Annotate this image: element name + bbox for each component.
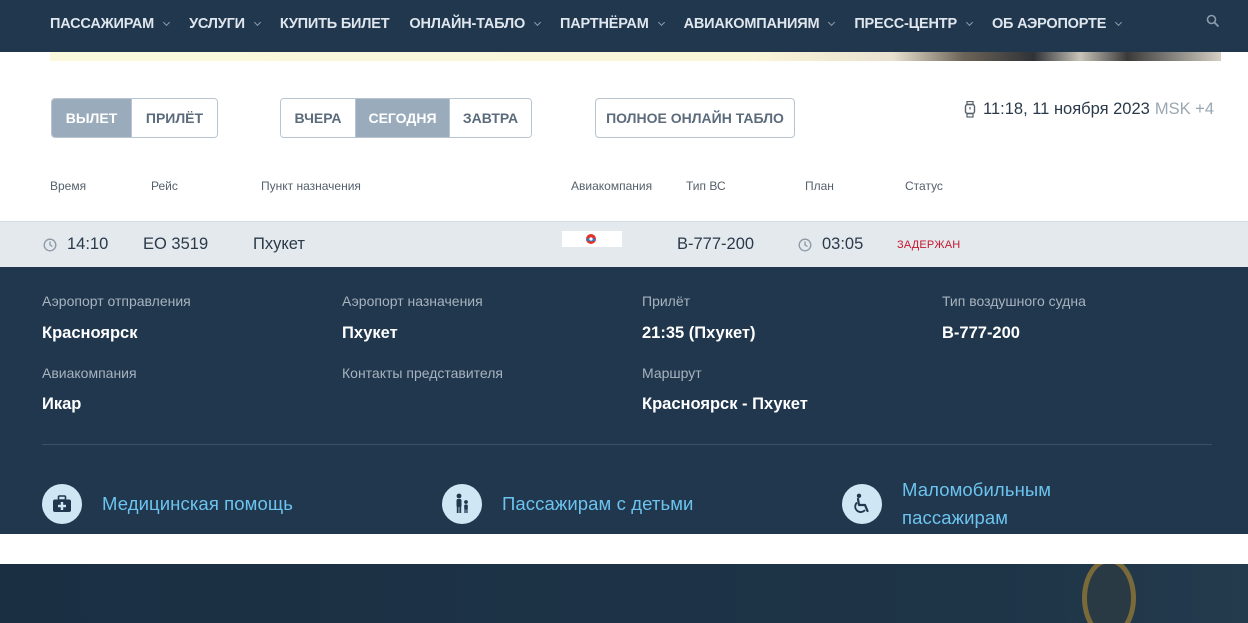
- chevron-down-icon: [533, 18, 542, 27]
- direction-toggle: ВЫЛЕТ ПРИЛЁТ: [51, 98, 218, 138]
- children-link[interactable]: [442, 484, 482, 524]
- chevron-down-icon: [657, 18, 665, 27]
- arrival-button[interactable]: ПРИЛЁТ: [131, 99, 217, 137]
- chevron-down-icon: [1115, 18, 1123, 27]
- reduced-mobility-label[interactable]: Маломобильным пассажирам: [902, 476, 1051, 532]
- airline-logo: [562, 231, 622, 247]
- wheelchair-icon: [842, 484, 882, 524]
- column-header-aircraft: Тип ВС: [686, 179, 726, 193]
- nav-item-buy-ticket[interactable]: КУПИТЬ БИЛЕТ: [280, 16, 390, 32]
- chevron-down-icon: [965, 18, 973, 27]
- column-header-plan: План: [805, 179, 834, 193]
- flight-details-panel: Аэропорт отправления Красноярск Аэропорт…: [0, 267, 1248, 534]
- main-menu: ПАССАЖИРАМ УСЛУГИ КУПИТЬ БИЛЕТ ОНЛАЙН-ТА…: [50, 0, 1141, 48]
- top-navigation: ПАССАЖИРАМ УСЛУГИ КУПИТЬ БИЛЕТ ОНЛАЙН-ТА…: [0, 0, 1248, 52]
- flight-time: 14:10: [67, 235, 109, 253]
- aircraft-type-value: B-777-200: [942, 324, 1020, 342]
- search-icon[interactable]: [1206, 14, 1220, 28]
- arrival-airport-label: Аэропорт назначения: [342, 293, 483, 309]
- contacts-label: Контакты представителя: [342, 365, 503, 381]
- nav-item-about-airport[interactable]: ОБ АЭРОПОРТЕ: [991, 16, 1123, 32]
- arrival-time-value: 21:35 (Пхукет): [642, 324, 756, 342]
- nav-item-label: АВИАКОМПАНИЯМ: [683, 16, 820, 32]
- divider: [42, 444, 1212, 445]
- departure-airport-value: Красноярск: [42, 324, 138, 342]
- day-toggle: ВЧЕРА СЕГОДНЯ ЗАВТРА: [280, 98, 532, 138]
- flight-number: EO 3519: [143, 235, 209, 253]
- yesterday-button[interactable]: ВЧЕРА: [281, 99, 355, 137]
- status-badge: ЗАДЕРЖАН: [897, 239, 961, 251]
- flight-destination: Пхукет: [253, 235, 305, 253]
- chevron-down-icon: [163, 18, 171, 27]
- route-value: Красноярск - Пхукет: [642, 395, 808, 413]
- nav-item-label: ПАССАЖИРАМ: [50, 16, 155, 32]
- nav-item-label: ПРЕСС-ЦЕНТР: [854, 16, 957, 32]
- column-header-time: Время: [50, 179, 87, 193]
- arrival-airport-value: Пхукет: [342, 324, 398, 342]
- flight-plan-time: 03:05: [822, 235, 864, 253]
- footer-banner: [0, 564, 1248, 623]
- airline-label: Авиакомпания: [42, 365, 137, 381]
- column-header-flight: Рейс: [151, 179, 178, 193]
- today-button[interactable]: СЕГОДНЯ: [355, 99, 449, 137]
- tomorrow-button[interactable]: ЗАВТРА: [449, 99, 531, 137]
- nav-item-label: УСЛУГИ: [189, 16, 245, 32]
- clock-timezone: MSK +4: [1154, 100, 1214, 118]
- nav-item-airlines[interactable]: АВИАКОМПАНИЯМ: [683, 16, 836, 32]
- reduced-mobility-link[interactable]: [842, 484, 882, 524]
- parent-child-icon: [442, 484, 482, 524]
- emblem-icon: [1082, 564, 1136, 623]
- nav-item-label: ОНЛАЙН-ТАБЛО: [409, 16, 526, 32]
- arrival-time-label: Прилёт: [642, 293, 691, 309]
- departure-airport-label: Аэропорт отправления: [42, 293, 191, 309]
- current-time: 11:18, 11 ноября 2023 MSK +4: [964, 100, 1214, 119]
- header-banner-image: [50, 52, 1221, 61]
- medical-help-label[interactable]: Медицинская помощь: [102, 490, 293, 518]
- flight-aircraft: B-777-200: [677, 235, 755, 253]
- watch-icon: [964, 101, 976, 118]
- medical-kit-icon: [42, 484, 82, 524]
- column-header-status: Статус: [905, 179, 943, 193]
- medical-help-link[interactable]: [42, 484, 82, 524]
- full-online-board-button[interactable]: ПОЛНОЕ ОНЛАЙН ТАБЛО: [595, 98, 795, 138]
- nav-item-press-center[interactable]: ПРЕСС-ЦЕНТР: [854, 16, 973, 32]
- aircraft-type-label: Тип воздушного судна: [942, 293, 1086, 309]
- clock-icon: [798, 238, 812, 252]
- route-label: Маршрут: [642, 365, 702, 381]
- nav-item-online-board[interactable]: ОНЛАЙН-ТАБЛО: [409, 16, 542, 32]
- chevron-down-icon: [253, 18, 261, 27]
- nav-item-label: КУПИТЬ БИЛЕТ: [279, 16, 390, 32]
- airline-logo-mark: [586, 234, 596, 244]
- clock-time: 11:18, 11 ноября 2023: [983, 100, 1150, 118]
- column-header-airline: Авиакомпания: [571, 179, 653, 193]
- reduced-mobility-label-line1: Маломобильным: [902, 479, 1052, 500]
- chevron-down-icon: [828, 18, 836, 27]
- airline-value: Икар: [42, 395, 82, 413]
- flight-row[interactable]: 14:10 EO 3519 Пхукет B-777-200 03:05 ЗАД…: [0, 221, 1248, 267]
- clock-icon: [43, 238, 57, 252]
- nav-item-label: ПАРТНЁРАМ: [560, 16, 649, 32]
- departure-button[interactable]: ВЫЛЕТ: [52, 99, 131, 137]
- nav-item-label: ОБ АЭРОПОРТЕ: [991, 16, 1107, 32]
- reduced-mobility-label-line2: пассажирам: [902, 507, 1009, 528]
- nav-item-services[interactable]: УСЛУГИ: [189, 16, 261, 32]
- nav-item-passengers[interactable]: ПАССАЖИРАМ: [50, 16, 171, 32]
- children-label[interactable]: Пассажирам с детьми: [502, 490, 693, 518]
- column-header-destination: Пункт назначения: [261, 179, 361, 193]
- nav-item-partners[interactable]: ПАРТНЁРАМ: [560, 16, 665, 32]
